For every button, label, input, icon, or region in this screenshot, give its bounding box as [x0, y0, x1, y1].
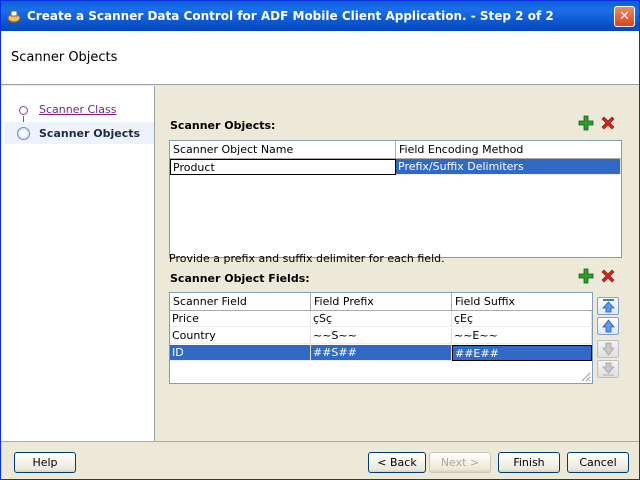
dialog-window: Create a Scanner Data Control for ADF Mo… [0, 0, 640, 480]
table-cell[interactable]: ~~E~~ [452, 328, 592, 344]
step-visited-icon [19, 106, 28, 115]
page-title: Scanner Objects [11, 50, 118, 65]
column-header[interactable]: Scanner Field [170, 293, 311, 311]
table-cell[interactable]: Price [170, 311, 311, 327]
table-row[interactable]: ID ##S## ##E## [170, 345, 592, 362]
back-button[interactable]: < Back [368, 452, 426, 473]
nav-item-scanner-objects[interactable]: Scanner Objects [39, 127, 140, 140]
table-row[interactable]: Product Prefix/Suffix Delimiters [170, 159, 621, 176]
add-object-plus-icon[interactable] [578, 115, 594, 131]
close-button[interactable]: ✕ [614, 6, 635, 27]
table-cell[interactable]: çEç [452, 311, 592, 327]
table-cell[interactable]: ~~S~~ [311, 328, 452, 344]
move-bottom-button[interactable] [597, 360, 619, 378]
window-title: Create a Scanner Data Control for ADF Mo… [27, 9, 554, 23]
finish-button[interactable]: Finish [498, 452, 560, 473]
app-icon [7, 10, 21, 23]
move-up-button[interactable] [597, 317, 619, 335]
fields-hint: Provide a prefix and suffix delimiter fo… [169, 252, 445, 265]
button-bar: Help < Back Next > Finish Cancel [1, 441, 639, 479]
scanner-objects-table: Scanner Object Name Field Encoding Metho… [169, 140, 622, 258]
column-header[interactable]: Field Encoding Method [396, 141, 621, 159]
column-header[interactable]: Field Suffix [452, 293, 592, 311]
wizard-nav: Scanner Class Scanner Objects [1, 86, 155, 441]
remove-object-delete-icon[interactable] [600, 115, 616, 131]
table-cell[interactable]: ##E## [452, 345, 592, 361]
page-header: Scanner Objects [1, 31, 639, 85]
next-button[interactable]: Next > [429, 452, 491, 473]
move-top-button[interactable] [597, 297, 619, 315]
table-cell[interactable]: ##S## [311, 345, 452, 361]
table-cell[interactable]: Country [170, 328, 311, 344]
content-pane: Scanner Objects: Scanner Object Name Fie… [156, 86, 639, 441]
cancel-button[interactable]: Cancel [567, 452, 629, 473]
scanner-fields-label: Scanner Object Fields: [170, 272, 310, 285]
help-button[interactable]: Help [14, 452, 76, 473]
resize-grip-icon[interactable] [580, 371, 591, 382]
column-header[interactable]: Scanner Object Name [170, 141, 396, 159]
arrow-up-icon [602, 319, 615, 333]
table-row[interactable]: Price çSç çEç [170, 311, 592, 328]
add-field-plus-icon[interactable] [578, 268, 594, 284]
table-cell[interactable]: çSç [311, 311, 452, 327]
arrow-down-icon [602, 362, 615, 376]
scanner-objects-label: Scanner Objects: [170, 119, 276, 132]
table-cell[interactable]: Product [170, 159, 396, 175]
column-header[interactable]: Field Prefix [311, 293, 452, 311]
scanner-fields-table: Scanner Field Field Prefix Field Suffix … [169, 292, 593, 384]
title-bar: Create a Scanner Data Control for ADF Mo… [1, 1, 639, 31]
step-current-icon [17, 127, 30, 140]
table-cell[interactable]: Prefix/Suffix Delimiters [396, 159, 621, 175]
arrow-up-icon [602, 299, 615, 313]
table-cell[interactable]: ID [170, 345, 311, 361]
nav-item-scanner-class[interactable]: Scanner Class [39, 103, 116, 116]
move-down-button[interactable] [597, 340, 619, 358]
table-row[interactable]: Country ~~S~~ ~~E~~ [170, 328, 592, 345]
arrow-down-icon [602, 342, 615, 356]
remove-field-delete-icon[interactable] [600, 268, 616, 284]
